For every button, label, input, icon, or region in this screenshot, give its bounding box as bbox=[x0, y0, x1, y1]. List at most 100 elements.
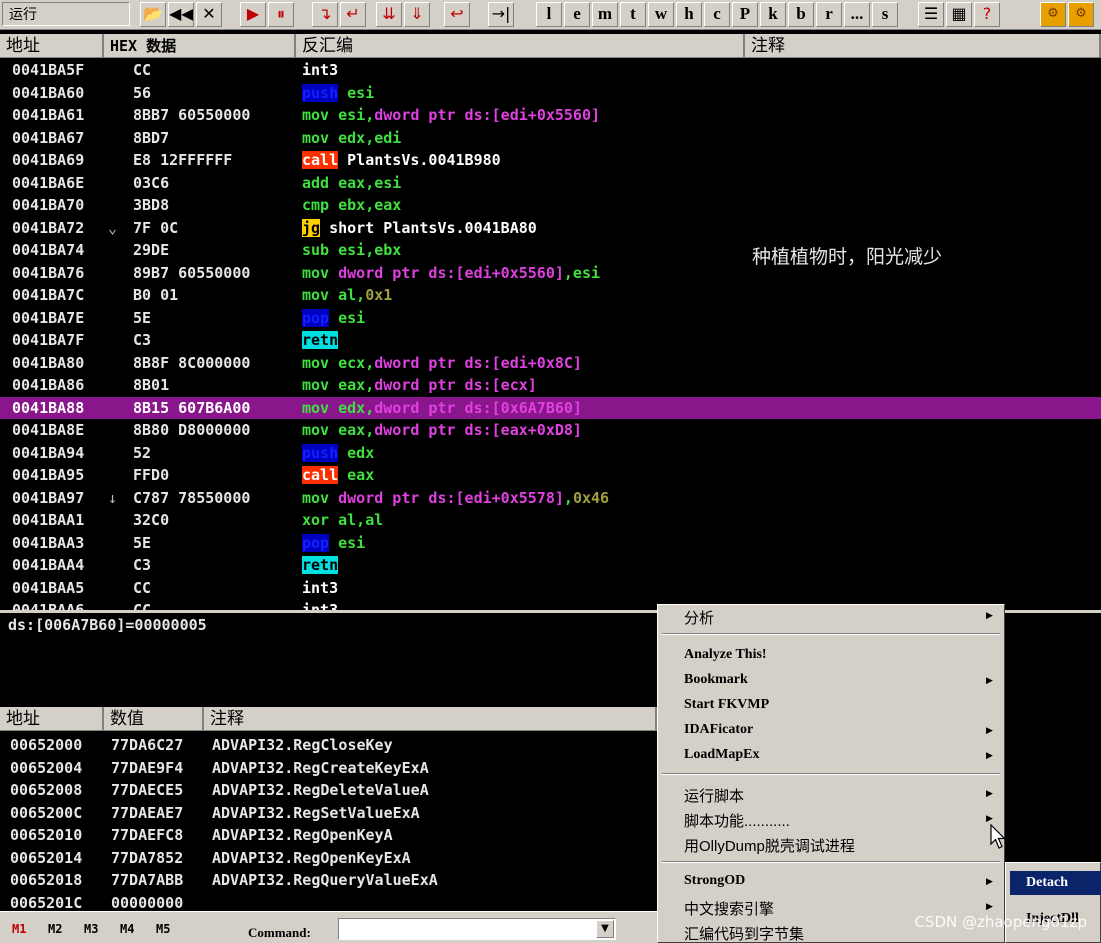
chevron-down-icon[interactable]: ▼ bbox=[596, 920, 614, 938]
column-header-disassembly[interactable]: 反汇编 bbox=[296, 34, 745, 58]
column-header-comment[interactable]: 注释 bbox=[745, 34, 1101, 58]
dump-header-address[interactable]: 地址 bbox=[0, 707, 104, 731]
menu-item[interactable]: LoadMapEx bbox=[684, 747, 759, 763]
open-icon[interactable]: 📂 bbox=[140, 2, 166, 27]
tab-m1[interactable]: M1 bbox=[12, 922, 26, 936]
step-into-icon[interactable]: ↴ bbox=[312, 2, 338, 27]
toolbar-button-t[interactable]: t bbox=[620, 2, 646, 27]
disassembly-pane[interactable]: 0041BA5F CC int3 0041BA60 56 push esi 0041BA61… bbox=[0, 58, 1101, 610]
disasm-row[interactable]: 0041BA74 29DE sub esi,ebx 种植植物时，阳光减少 bbox=[0, 239, 1101, 268]
row-instruction: mov dword ptr ds:[edi+0x5578],0x46 bbox=[302, 487, 609, 509]
disasm-row[interactable]: 0041BA80 8B8F 8C000000 mov ecx,dword ptr d… bbox=[0, 352, 1101, 375]
toolbar-button-m[interactable]: m bbox=[592, 2, 618, 27]
dump-row[interactable]: 00652004 77DAE9F4 ADVAPI32.RegCreateKeyExA bbox=[10, 757, 429, 780]
plugin-icon[interactable]: ⚙ bbox=[1040, 2, 1066, 27]
toolbar-button-more[interactable]: ... bbox=[844, 2, 870, 27]
column-header-hex[interactable]: HEX 数据 bbox=[104, 34, 296, 58]
instruction-token: retn bbox=[302, 556, 339, 574]
disasm-row[interactable]: 0041BA7F C3 retn bbox=[0, 329, 1101, 352]
toolbar-button-e[interactable]: e bbox=[564, 2, 590, 27]
dump-row[interactable]: 0065201C 00000000 bbox=[10, 892, 183, 912]
disasm-row[interactable]: 0041BA72 7F 0C ⌄ jg short PlantsVs.0041BA80 bbox=[0, 217, 1101, 240]
dump-row[interactable]: 0065200C 77DAEAE7 ADVAPI32.RegSetValueExA bbox=[10, 802, 420, 825]
tab-m2[interactable]: M2 bbox=[48, 922, 62, 936]
disasm-row[interactable]: 0041BAA4 C3 retn bbox=[0, 554, 1101, 577]
list-icon[interactable]: ☰ bbox=[918, 2, 944, 27]
menu-item[interactable]: 用OllyDump脱壳调试进程 bbox=[684, 835, 855, 856]
row-instruction: sub esi,ebx bbox=[302, 239, 401, 261]
disasm-row[interactable]: 0041BAA5 CC int3 bbox=[0, 577, 1101, 600]
menu-item[interactable]: Start FKVMP bbox=[684, 697, 769, 713]
ollydbg-window: 运行 📂 ◀◀ ✕ ▶ ⏸ ↴ ↵ ⇊ ⇓ ↩ →| l e m t w h c Pk b r... s ☰ ▦? ⚙ ⚙ 地址 … bbox=[0, 0, 1101, 943]
disasm-row[interactable]: 0041BAA1 32C0 xor al,al bbox=[0, 509, 1101, 532]
disasm-row[interactable]: 0041BA95 FFD0 call eax bbox=[0, 464, 1101, 487]
execute-till-return-icon[interactable]: ↩ bbox=[444, 2, 470, 27]
disasm-row[interactable]: 0041BA60 56 push esi bbox=[0, 82, 1101, 105]
help-icon[interactable]: ? bbox=[974, 2, 1000, 27]
disasm-row[interactable]: 0041BA88 8B15 607B6A00 mov edx,dword ptr d… bbox=[0, 396, 1101, 419]
disasm-row[interactable]: 0041BA5F CC int3 bbox=[0, 59, 1101, 82]
dump-row[interactable]: 00652018 77DA7ABB ADVAPI32.RegQueryValueEx… bbox=[10, 869, 438, 892]
dump-row[interactable]: 00652000 77DA6C27 ADVAPI32.RegCloseKey bbox=[10, 734, 393, 757]
disasm-row[interactable]: 0041BAA3 5E pop esi bbox=[0, 532, 1101, 555]
tab-m5[interactable]: M5 bbox=[156, 922, 170, 936]
disasm-row[interactable]: 0041BA94 52 push edx bbox=[0, 442, 1101, 465]
menu-item[interactable]: StrongOD bbox=[684, 873, 745, 889]
dump-header-value[interactable]: 数值 bbox=[104, 707, 204, 731]
menu-item-detach[interactable]: Detach bbox=[1010, 871, 1101, 895]
menu-item[interactable]: 分析 bbox=[684, 607, 714, 628]
plugin2-icon[interactable]: ⚙ bbox=[1068, 2, 1094, 27]
instruction-token: short PlantsVs.0041BA80 bbox=[320, 218, 537, 237]
restart-icon[interactable]: ◀◀ bbox=[168, 2, 194, 27]
row-address: 0041BA7F bbox=[12, 331, 85, 349]
command-input[interactable]: ▼ bbox=[338, 918, 616, 940]
disasm-row[interactable]: 0041BA86 8B01 mov eax,dword ptr ds:[ecx] bbox=[0, 374, 1101, 397]
menu-item[interactable]: 运行脚本 bbox=[684, 785, 744, 806]
toolbar-button-r[interactable]: r bbox=[816, 2, 842, 27]
dump-row[interactable]: 00652008 77DAECE5 ADVAPI32.RegDeleteValueA bbox=[10, 779, 429, 802]
menu-item[interactable]: 脚本功能........... bbox=[684, 810, 790, 831]
toolbar-button-c[interactable]: c bbox=[704, 2, 730, 27]
trace-over-icon[interactable]: ⇓ bbox=[404, 2, 430, 27]
disasm-row[interactable]: 0041BA70 3BD8 cmp ebx,eax bbox=[0, 194, 1101, 217]
toolbar-button-h[interactable]: h bbox=[676, 2, 702, 27]
disasm-row[interactable]: 0041BA97 C787 78550000 ↓ mov dword ptr ds:[… bbox=[0, 487, 1101, 510]
menu-item[interactable]: IDAFicator bbox=[684, 722, 753, 738]
row-instruction: push esi bbox=[302, 82, 374, 104]
dump-row[interactable]: 00652010 77DAEFC8 ADVAPI32.RegOpenKeyA bbox=[10, 824, 393, 847]
column-header-address[interactable]: 地址 bbox=[0, 34, 104, 58]
tab-m3[interactable]: M3 bbox=[84, 922, 98, 936]
menu-item[interactable]: Analyze This! bbox=[684, 647, 767, 663]
pause-icon[interactable]: ⏸ bbox=[268, 2, 294, 27]
toolbar-button-l[interactable]: l bbox=[536, 2, 562, 27]
menu-item[interactable]: Bookmark bbox=[684, 672, 748, 688]
row-instruction: int3 bbox=[302, 59, 338, 81]
menu-item[interactable]: 中文搜索引擎 bbox=[684, 898, 774, 919]
toolbar-button-b[interactable]: b bbox=[788, 2, 814, 27]
row-instruction: mov edx,dword ptr ds:[0x6A7B60] bbox=[302, 397, 582, 419]
close-icon[interactable]: ✕ bbox=[196, 2, 222, 27]
disasm-row[interactable]: 0041BA61 8BB7 60550000 mov esi,dword ptr d… bbox=[0, 104, 1101, 127]
command-label: Command: bbox=[248, 925, 311, 940]
disasm-row[interactable]: 0041BA7E 5E pop esi bbox=[0, 307, 1101, 330]
toolbar-button-s[interactable]: s bbox=[872, 2, 898, 27]
toolbar-button-P[interactable]: P bbox=[732, 2, 758, 27]
disasm-row[interactable]: 0041BA8E 8B80 D8000000 mov eax,dword ptr d… bbox=[0, 419, 1101, 442]
step-over-icon[interactable]: ↵ bbox=[340, 2, 366, 27]
toolbar-button-k[interactable]: k bbox=[760, 2, 786, 27]
run-icon[interactable]: ▶ bbox=[240, 2, 266, 27]
disasm-row[interactable]: 0041BA6E 03C6 add eax,esi bbox=[0, 172, 1101, 195]
dump-row[interactable]: 00652014 77DA7852 ADVAPI32.RegOpenKeyExA bbox=[10, 847, 411, 870]
menu-item[interactable]: 汇编代码到字节集 bbox=[684, 923, 804, 943]
disasm-row[interactable]: 0041BA76 89B7 60550000 mov dword ptr ds:[e… bbox=[0, 262, 1101, 285]
disasm-row[interactable]: 0041BA69 E8 12FFFFFF call PlantsVs.0041B98… bbox=[0, 149, 1101, 172]
tab-m4[interactable]: M4 bbox=[120, 922, 134, 936]
grid-icon[interactable]: ▦ bbox=[946, 2, 972, 27]
toolbar-button-w[interactable]: w bbox=[648, 2, 674, 27]
goto-icon[interactable]: →| bbox=[488, 2, 514, 27]
trace-into-icon[interactable]: ⇊ bbox=[376, 2, 402, 27]
dump-header-comment[interactable]: 注释 bbox=[204, 707, 657, 731]
jump-marker: ↓ bbox=[108, 488, 118, 507]
disasm-row[interactable]: 0041BA7C B0 01 mov al,0x1 bbox=[0, 284, 1101, 307]
disasm-row[interactable]: 0041BA67 8BD7 mov edx,edi bbox=[0, 127, 1101, 150]
